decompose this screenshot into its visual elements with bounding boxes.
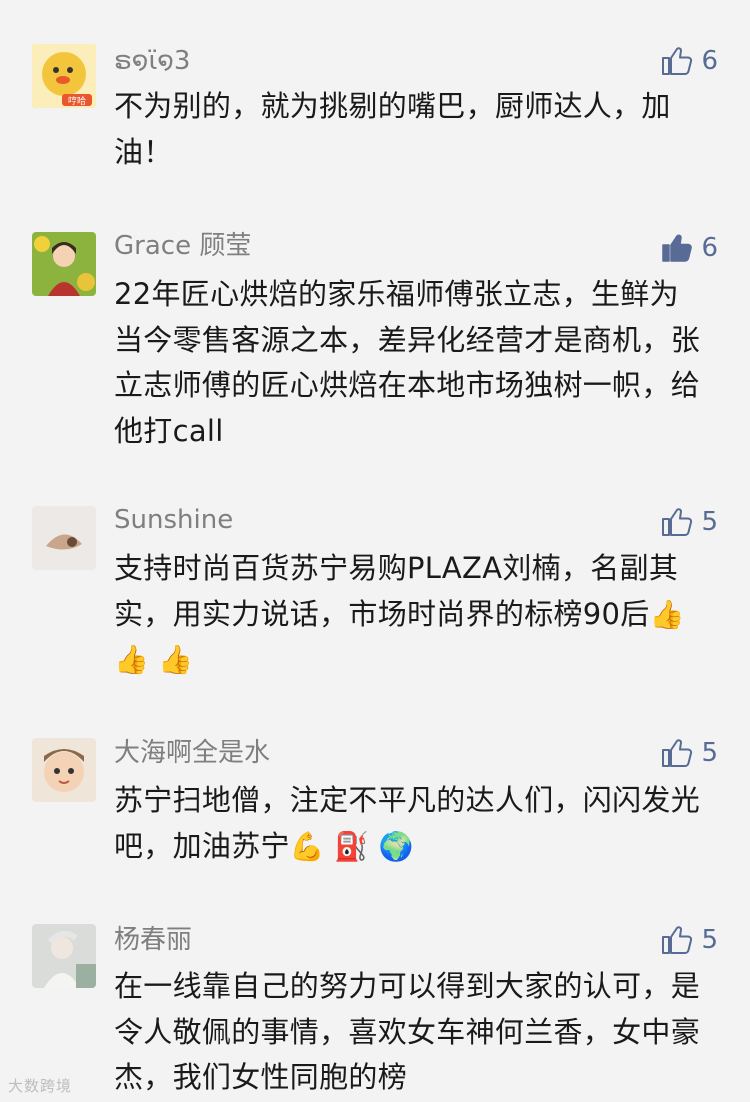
commenter-name[interactable]: 杨春丽 [114, 924, 192, 956]
like-count: 5 [701, 925, 718, 955]
watermark-text: 大数跨境 [8, 1077, 73, 1095]
comment-text: 在一线靠自己的努力可以得到大家的认可，是令人敬佩的事情，喜欢女车神何兰香，女中豪… [114, 964, 704, 1101]
like-button[interactable]: 5 [661, 924, 718, 956]
avatar[interactable] [32, 924, 96, 988]
comment-item: 杨春丽 5 在一线靠自己的努力可以得到大家的认可，是令人敬佩的事情，喜欢女车神何… [0, 0, 750, 1102]
avatar-image [32, 924, 96, 988]
comment-body: 在一线靠自己的努力可以得到大家的认可，是令人敬佩的事情，喜欢女车神何兰香，女中豪… [114, 969, 701, 1094]
thumbs-up-icon [662, 926, 693, 954]
watermark: 大数跨境 [8, 1075, 72, 1096]
